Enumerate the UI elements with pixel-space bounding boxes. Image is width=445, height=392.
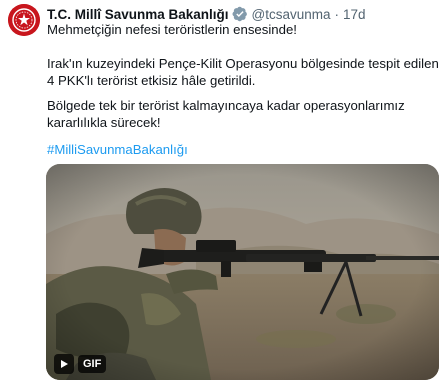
ministry-emblem-icon [8,4,40,36]
author-name[interactable]: T.C. Millî Savunma Bakanlığı [47,7,229,22]
soldier-machine-gun-image [46,164,439,380]
tweet-text-paragraph: Bölgede tek bir terörist kalmayıncaya ka… [47,98,405,130]
tweet-text-paragraph: Irak'ın kuzeyindeki Pençe-Kilit Operasyo… [47,56,439,88]
hashtag-link[interactable]: #MilliSavunmaBakanlığı [47,141,188,158]
gif-controls: GIF [54,354,107,374]
gif-media[interactable]: GIF [46,164,439,380]
gif-badge: GIF [78,355,107,373]
play-icon [61,360,68,368]
verified-badge-icon [232,6,248,22]
tweet-card[interactable]: T.C. Millî Savunma Bakanlığı @tcsavunma … [0,0,445,392]
avatar[interactable] [8,4,40,36]
timestamp[interactable]: 17d [343,7,366,22]
tweet-text-line: Mehmetçiğin nefesi teröristlerin ensesin… [47,22,297,37]
play-button[interactable] [54,354,74,374]
author-handle[interactable]: @tcsavunma [252,7,331,22]
separator-dot: · [334,6,340,22]
